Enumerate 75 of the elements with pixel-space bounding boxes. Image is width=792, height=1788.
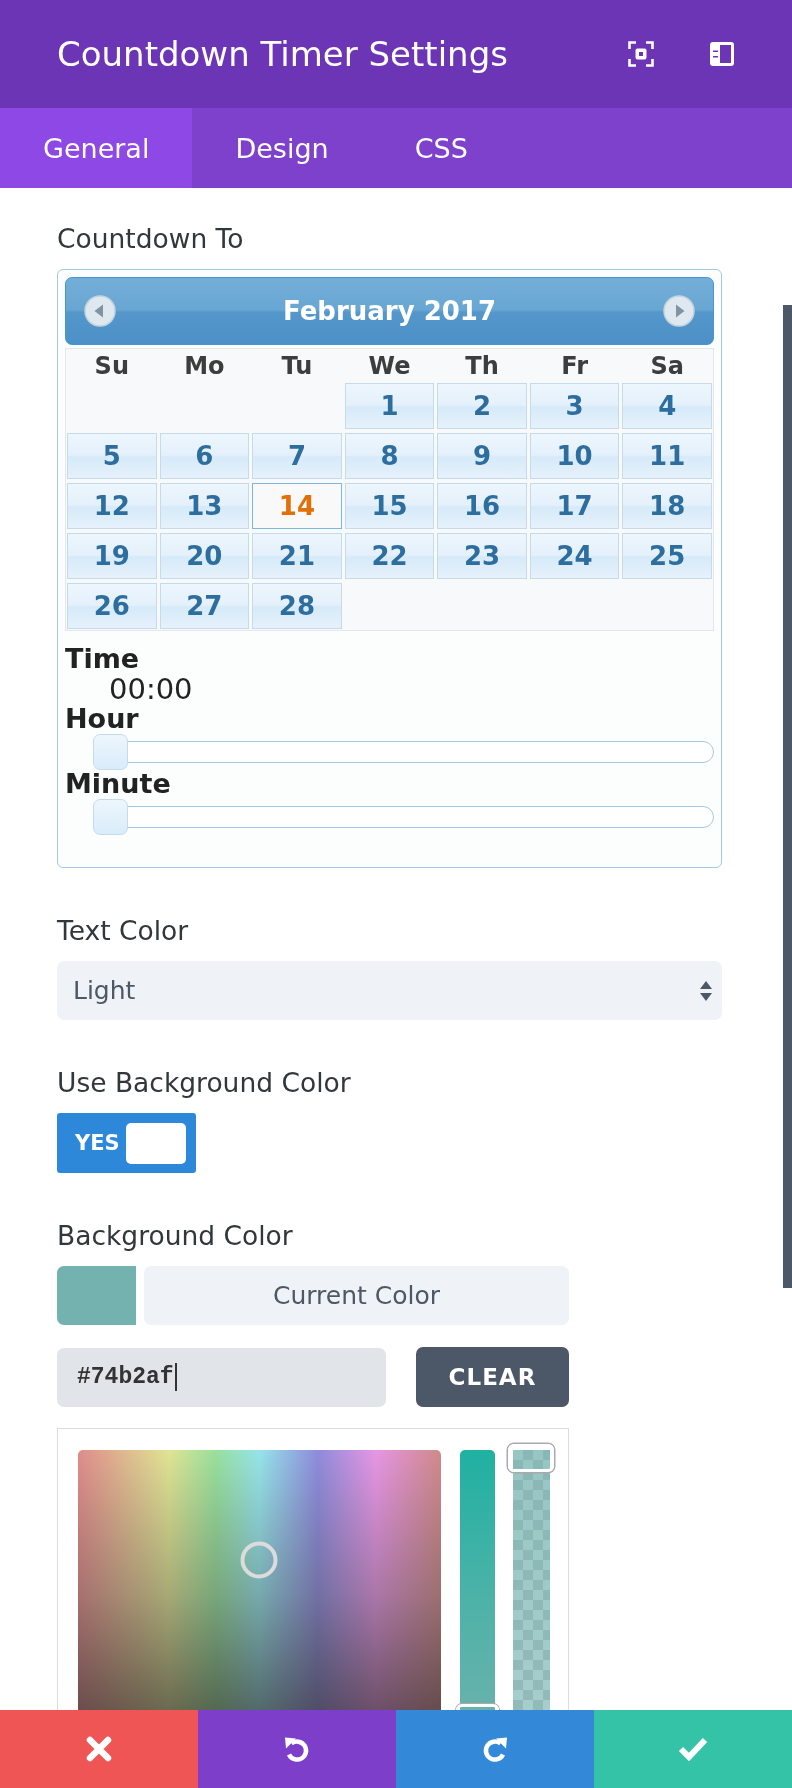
weekday-label: Sa bbox=[649, 350, 685, 381]
calendar-day[interactable]: 23 bbox=[437, 533, 527, 579]
calendar-day[interactable]: 16 bbox=[437, 483, 527, 529]
weekday-label: Su bbox=[93, 350, 130, 381]
tab[interactable]: CSS bbox=[371, 108, 511, 188]
calendar-day[interactable]: 27 bbox=[159, 583, 250, 629]
calendar-day[interactable]: 12 bbox=[67, 483, 157, 529]
slider-thumb[interactable] bbox=[93, 799, 128, 835]
next-month-button[interactable] bbox=[663, 295, 695, 327]
toggle-switch[interactable]: YES bbox=[57, 1113, 196, 1173]
close-icon bbox=[86, 1736, 112, 1762]
right-arrow-circle-icon bbox=[663, 295, 695, 327]
calendar-day[interactable]: 10 bbox=[529, 433, 620, 479]
weekday-label: Tu bbox=[280, 350, 314, 381]
calendar-day[interactable]: 11 bbox=[622, 433, 712, 479]
calendar-day[interactable]: 13 bbox=[159, 483, 250, 529]
toggle-knob bbox=[126, 1123, 186, 1164]
calendar-day[interactable]: 8 bbox=[344, 433, 435, 479]
calendar-day[interactable]: 6 bbox=[159, 433, 250, 479]
clear-button[interactable]: CLEAR bbox=[416, 1347, 569, 1407]
tab[interactable]: Design bbox=[192, 108, 372, 188]
calendar-day[interactable]: 14 bbox=[252, 483, 342, 529]
calendar-day[interactable]: 21 bbox=[252, 533, 342, 579]
left-arrow-circle-icon bbox=[84, 295, 116, 327]
tab[interactable]: General bbox=[0, 108, 193, 188]
panel-layout-icon bbox=[710, 42, 734, 66]
calendar-day[interactable]: 24 bbox=[529, 533, 620, 579]
calendar-day[interactable]: 2 bbox=[437, 383, 527, 429]
color-strip-slider[interactable] bbox=[456, 1450, 499, 1710]
window-title: Countdown Timer Settings bbox=[57, 34, 509, 74]
month-title: February 2017 bbox=[283, 296, 496, 326]
field-label: Background Color bbox=[57, 1220, 294, 1252]
calendar-day[interactable]: 3 bbox=[529, 383, 620, 429]
slider-label: Minute bbox=[65, 770, 172, 798]
up-down-arrows-icon bbox=[700, 980, 712, 1001]
weekday-label: We bbox=[367, 350, 412, 381]
slider-thumb[interactable] bbox=[93, 734, 128, 770]
picker-ring-icon[interactable] bbox=[240, 1541, 278, 1579]
calendar-day[interactable]: 20 bbox=[159, 533, 250, 579]
weekday-label: Th bbox=[464, 350, 500, 381]
calendar-day[interactable]: 9 bbox=[437, 433, 527, 479]
scrollbar-thumb[interactable] bbox=[783, 305, 792, 1288]
time-label: Time bbox=[65, 645, 141, 673]
slider-label: Hour bbox=[65, 705, 140, 733]
current-color-button[interactable]: Current Color bbox=[144, 1266, 569, 1325]
layout-button[interactable] bbox=[710, 42, 734, 66]
check-icon bbox=[678, 1737, 708, 1761]
calendar-day[interactable]: 26 bbox=[67, 583, 157, 629]
close-button[interactable] bbox=[0, 1710, 198, 1788]
calendar-day[interactable]: 5 bbox=[67, 433, 157, 479]
calendar-day[interactable]: 22 bbox=[344, 533, 435, 579]
color-field[interactable] bbox=[78, 1450, 441, 1710]
calendar-day[interactable]: 17 bbox=[529, 483, 620, 529]
expand-button[interactable] bbox=[628, 41, 654, 67]
opacity-slider[interactable] bbox=[507, 1444, 555, 1710]
corner-frame-icon bbox=[628, 41, 654, 67]
time-slider[interactable] bbox=[93, 734, 714, 770]
calendar-day[interactable]: 1 bbox=[344, 383, 435, 429]
calendar-day[interactable]: 18 bbox=[622, 483, 712, 529]
weekday-label: Mo bbox=[183, 350, 226, 381]
calendar-day[interactable]: 15 bbox=[344, 483, 435, 529]
field-label: Use Background Color bbox=[57, 1067, 352, 1099]
field-label: Countdown To bbox=[57, 223, 245, 255]
calendar-day[interactable]: 4 bbox=[622, 383, 712, 429]
time-slider[interactable] bbox=[93, 799, 714, 835]
time-value: 00:00 bbox=[108, 673, 194, 705]
calendar-day[interactable]: 7 bbox=[252, 433, 342, 479]
calendar-day[interactable]: 25 bbox=[622, 533, 712, 579]
field-label: Text Color bbox=[57, 915, 190, 947]
hex-input[interactable]: #74b2af bbox=[57, 1347, 386, 1407]
calendar-day[interactable]: 28 bbox=[252, 583, 342, 629]
text-color-select[interactable]: Light bbox=[57, 961, 722, 1020]
prev-month-button[interactable] bbox=[84, 295, 116, 327]
calendar-day[interactable]: 19 bbox=[67, 533, 157, 579]
weekday-label: Fr bbox=[560, 350, 589, 381]
